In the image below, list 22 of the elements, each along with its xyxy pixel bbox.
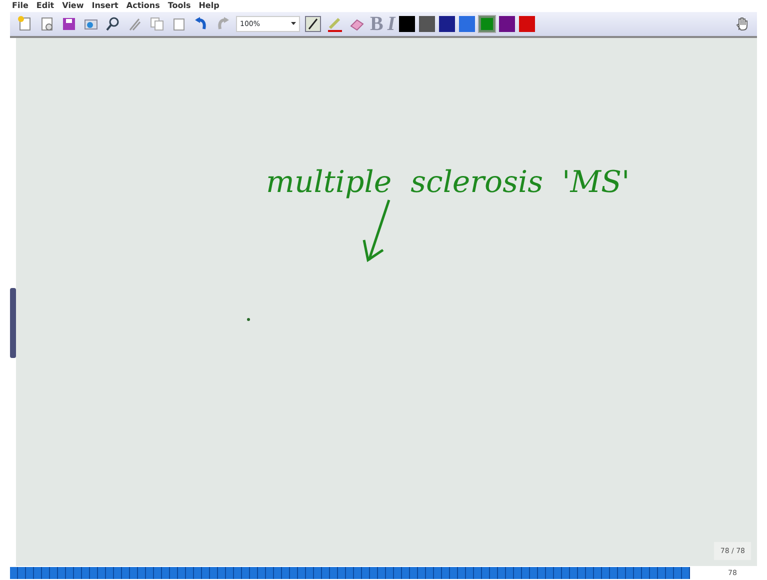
handwritten-text: multiple sclerosis 'MS' (266, 164, 630, 202)
save-icon[interactable] (60, 15, 78, 33)
color-swatch[interactable] (439, 16, 456, 32)
side-handle[interactable] (10, 288, 16, 358)
menu-item[interactable]: Tools (168, 1, 191, 12)
menu-item[interactable]: File (12, 1, 28, 12)
copy-icon[interactable] (148, 15, 166, 33)
highlighter-icon[interactable] (326, 15, 344, 33)
color-swatch[interactable] (419, 16, 436, 32)
color-swatch[interactable] (459, 16, 476, 32)
menu-item[interactable]: Help (198, 1, 220, 12)
pen-icon[interactable] (304, 15, 322, 33)
ink-dot (247, 318, 250, 321)
color-swatch[interactable] (399, 16, 416, 32)
menu-item[interactable]: View (62, 1, 84, 12)
menu-item[interactable]: Edit (36, 1, 54, 12)
menu-item[interactable]: Actions (126, 1, 160, 12)
handwritten-arrow (361, 198, 393, 264)
color-swatch[interactable] (519, 16, 536, 32)
menu-item[interactable]: Insert (92, 1, 118, 12)
color-swatch[interactable] (479, 16, 496, 32)
color-swatch[interactable] (499, 16, 516, 32)
